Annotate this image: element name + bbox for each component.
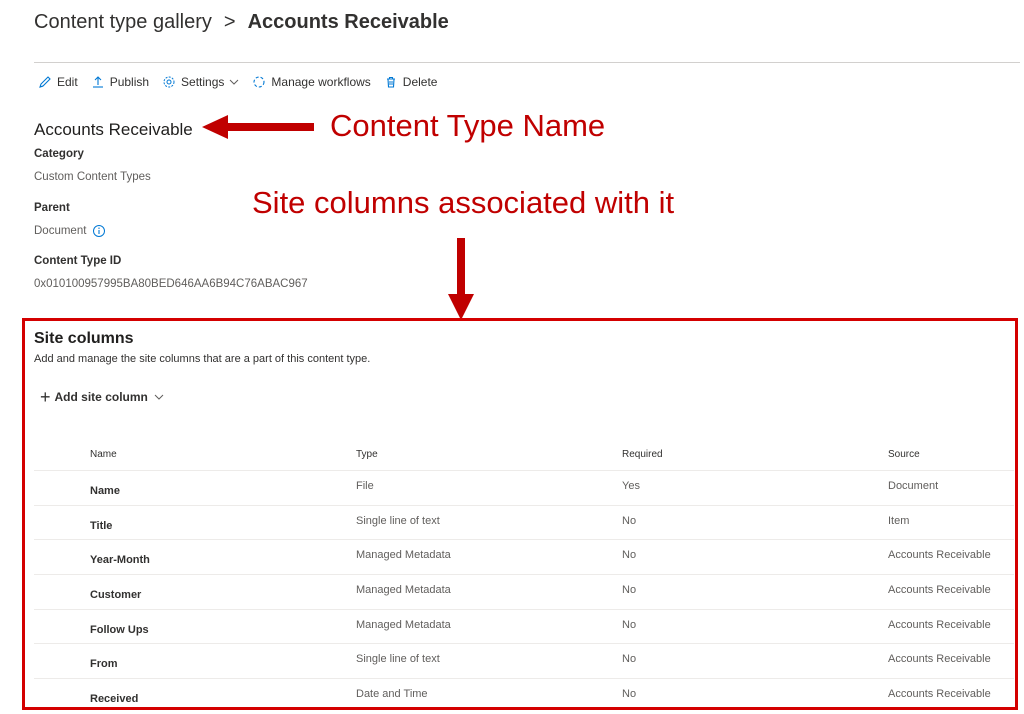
content-type-id-value: 0x010100957995BA80BED646AA6B94C76ABAC967	[34, 278, 308, 290]
content-type-id-text: 0x010100957995BA80BED646AA6B94C76ABAC967	[34, 278, 308, 290]
delete-button[interactable]: Delete	[384, 75, 438, 89]
arrow-left-icon	[202, 115, 314, 139]
row-required: No	[622, 549, 637, 562]
gear-icon	[163, 76, 175, 88]
row-name[interactable]: Customer	[90, 589, 141, 601]
site-columns-description: Add and manage the site columns that are…	[34, 353, 371, 365]
manage-workflows-button[interactable]: Manage workflows	[252, 75, 371, 89]
breadcrumb-content-type-gallery[interactable]: Content type gallery	[34, 11, 212, 34]
table-row[interactable]: Customer Managed Metadata No Accounts Re…	[34, 575, 1014, 610]
breadcrumb: Content type gallery > Accounts Receivab…	[34, 8, 449, 36]
arrow-down-icon	[448, 238, 474, 320]
settings-label: Settings	[181, 75, 225, 89]
chevron-down-icon	[154, 394, 164, 400]
table-row[interactable]: Year-Month Managed Metadata No Accounts …	[34, 540, 1014, 576]
edit-button[interactable]: Edit	[38, 75, 78, 89]
row-source: Accounts Receivable	[888, 549, 991, 562]
row-type: Managed Metadata	[356, 549, 451, 562]
info-icon[interactable]	[92, 224, 106, 238]
row-required: No	[622, 688, 637, 701]
row-name[interactable]: Name	[90, 485, 120, 497]
row-type: Date and Time	[356, 688, 428, 701]
publish-button[interactable]: Publish	[91, 75, 149, 89]
header-required[interactable]: Required	[622, 449, 663, 460]
row-source: Accounts Receivable	[888, 688, 991, 701]
row-source: Document	[888, 480, 939, 492]
content-type-name: Accounts Receivable	[34, 120, 193, 139]
add-site-column-label: Add site column	[54, 390, 148, 404]
table-row[interactable]: From Single line of text No Accounts Rec…	[34, 644, 1014, 680]
table-row[interactable]: Title Single line of text No Item	[34, 506, 1014, 541]
category-value: Custom Content Types	[34, 171, 151, 183]
parent-value: Document	[34, 224, 106, 238]
row-source: Accounts Receivable	[888, 584, 991, 597]
add-site-column-button[interactable]: + Add site column	[40, 388, 164, 406]
chevron-right-icon: >	[223, 10, 236, 33]
row-required: Yes	[622, 480, 640, 492]
trash-icon	[386, 76, 395, 88]
table-row[interactable]: Follow Ups Managed Metadata No Accounts …	[34, 610, 1014, 645]
row-source: Accounts Receivable	[888, 653, 991, 666]
header-type[interactable]: Type	[356, 449, 378, 460]
row-type: Single line of text	[356, 653, 440, 666]
upload-icon	[92, 76, 103, 88]
row-type: File	[356, 480, 374, 492]
row-type: Managed Metadata	[356, 584, 451, 597]
row-name[interactable]: Follow Ups	[90, 624, 149, 636]
row-name[interactable]: Title	[90, 520, 112, 532]
table-header: Name Type Required Source	[34, 436, 1014, 471]
annotation-content-type-name: Content Type Name	[330, 108, 606, 143]
row-required: No	[622, 514, 637, 527]
parent-value-text: Document	[34, 225, 87, 237]
command-bar: Edit Publish Settings Manage workflows D…	[38, 73, 450, 91]
row-name[interactable]: Year-Month	[90, 554, 150, 566]
row-source: Item	[888, 514, 910, 527]
row-name[interactable]: Received	[90, 693, 138, 705]
header-divider	[34, 62, 1020, 63]
manage-workflows-label: Manage workflows	[271, 75, 371, 89]
breadcrumb-current: Accounts Receivable	[247, 10, 449, 33]
site-columns-table: Name Type Required Source Name File Yes …	[34, 436, 1014, 714]
table-row[interactable]: Received Date and Time No Accounts Recei…	[34, 679, 1014, 714]
delete-label: Delete	[402, 75, 438, 89]
header-name[interactable]: Name	[90, 449, 117, 460]
content-type-id-label: Content Type ID	[34, 255, 122, 267]
row-required: No	[622, 653, 637, 666]
chevron-down-icon	[230, 79, 239, 85]
workflow-icon	[253, 76, 265, 88]
row-source: Accounts Receivable	[888, 618, 991, 631]
annotation-site-columns: Site columns associated with it	[252, 185, 675, 220]
row-required: No	[622, 584, 637, 597]
site-columns-title: Site columns	[34, 330, 134, 347]
row-type: Single line of text	[356, 514, 440, 527]
settings-button[interactable]: Settings	[162, 75, 239, 89]
category-label: Category	[34, 148, 84, 160]
header-source[interactable]: Source	[888, 449, 920, 460]
parent-label: Parent	[34, 202, 70, 214]
row-name[interactable]: From	[90, 658, 118, 670]
category-value-text: Custom Content Types	[34, 171, 151, 183]
row-type: Managed Metadata	[356, 618, 451, 631]
edit-label: Edit	[57, 75, 78, 89]
row-required: No	[622, 618, 637, 631]
table-row[interactable]: Name File Yes Document	[34, 471, 1014, 506]
publish-label: Publish	[109, 75, 150, 89]
plus-icon: +	[40, 387, 51, 407]
pencil-icon	[39, 76, 51, 88]
